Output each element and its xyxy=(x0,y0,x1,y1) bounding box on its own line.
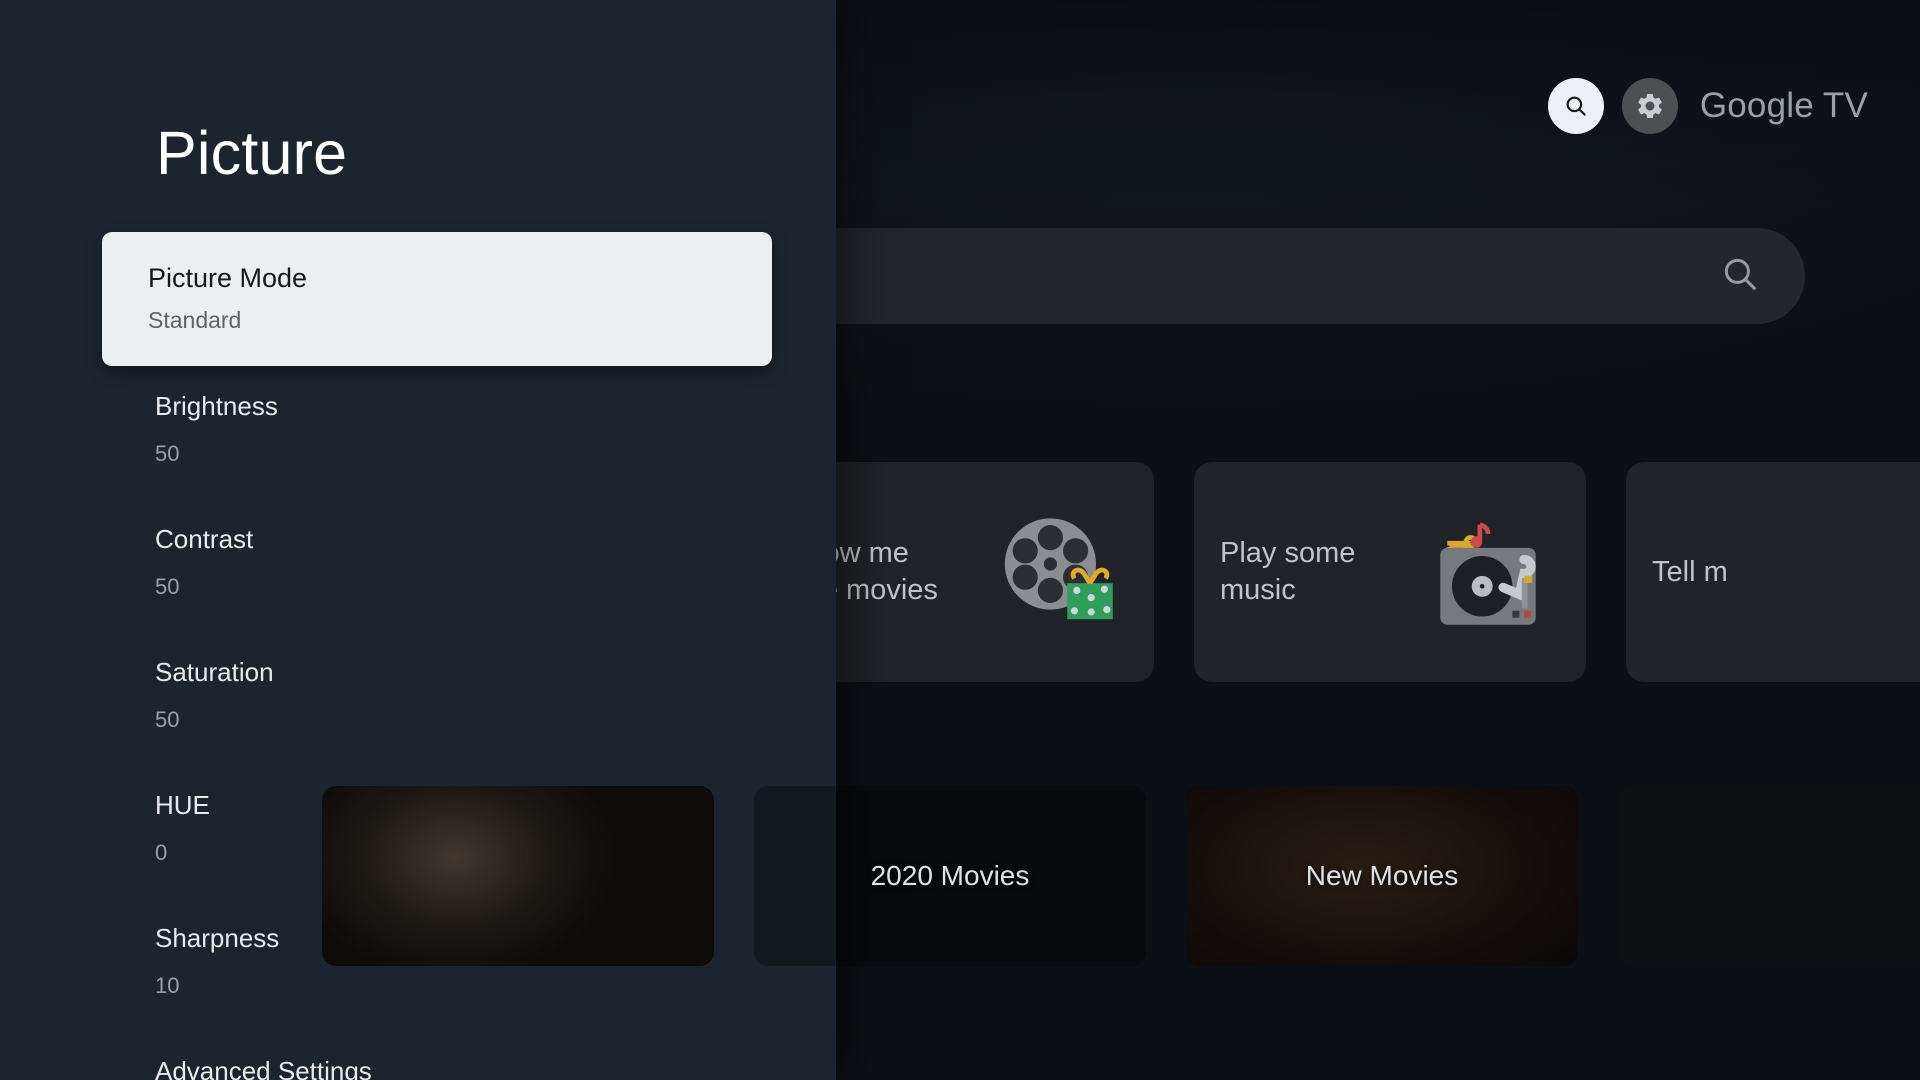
search-button[interactable] xyxy=(1547,78,1604,134)
turntable-icon xyxy=(1424,506,1552,639)
poster-title: New Movies xyxy=(1305,860,1459,891)
gear-icon xyxy=(1638,93,1662,119)
settings-item-label: Advanced Settings xyxy=(155,1056,372,1080)
poster-scrim xyxy=(322,786,714,966)
poster-card[interactable] xyxy=(322,786,714,966)
settings-item-value: Standard xyxy=(148,307,242,334)
poster-card[interactable]: 2020 Movies xyxy=(754,786,1146,966)
suggestion-card[interactable]: Tell m xyxy=(1626,462,1920,682)
poster-scrim xyxy=(1618,786,1920,966)
poster-row: 2020 Movies New Movies xyxy=(322,786,1920,966)
settings-item-label: Picture Mode xyxy=(148,262,308,293)
poster-title: 2020 Movies xyxy=(870,860,1030,891)
settings-item-value: 50 xyxy=(155,440,180,466)
suggestion-card[interactable]: Play some music xyxy=(1194,462,1586,682)
settings-item-value: 50 xyxy=(155,573,180,599)
poster-card[interactable] xyxy=(1618,786,1920,966)
suggestion-card-label: Tell m xyxy=(1652,555,1728,588)
settings-item-label: Saturation xyxy=(155,657,274,687)
brand-tv: TV xyxy=(1822,86,1868,125)
settings-item-brightness[interactable]: Brightness 50 xyxy=(100,366,772,499)
settings-item-value: 10 xyxy=(155,972,180,998)
settings-item-advanced-settings[interactable]: Advanced Settings xyxy=(100,1031,772,1080)
settings-item-label: Brightness xyxy=(155,391,278,421)
page-title: Picture xyxy=(156,119,348,187)
settings-item-contrast[interactable]: Contrast 50 xyxy=(100,499,772,632)
search-bar-icon-wrap xyxy=(1719,253,1761,300)
poster-card[interactable]: New Movies xyxy=(1186,786,1578,966)
settings-item-saturation[interactable]: Saturation 50 xyxy=(100,632,772,765)
brand-google: Google xyxy=(1699,86,1814,125)
home-header: Google TV xyxy=(1547,78,1868,134)
search-icon xyxy=(1566,96,1586,116)
settings-button[interactable] xyxy=(1621,78,1678,134)
suggestion-card-label: Play some music xyxy=(1220,537,1356,606)
search-icon xyxy=(1724,258,1756,290)
settings-item-value: 50 xyxy=(155,706,180,732)
google-tv-logo: Google TV xyxy=(1696,86,1868,126)
settings-item-picture-mode[interactable]: Picture Mode Standard xyxy=(102,232,772,366)
settings-item-label: Contrast xyxy=(155,524,254,554)
film-reel-gift-icon xyxy=(988,504,1120,641)
screen: GoogleTV more xyxy=(0,0,1920,1080)
